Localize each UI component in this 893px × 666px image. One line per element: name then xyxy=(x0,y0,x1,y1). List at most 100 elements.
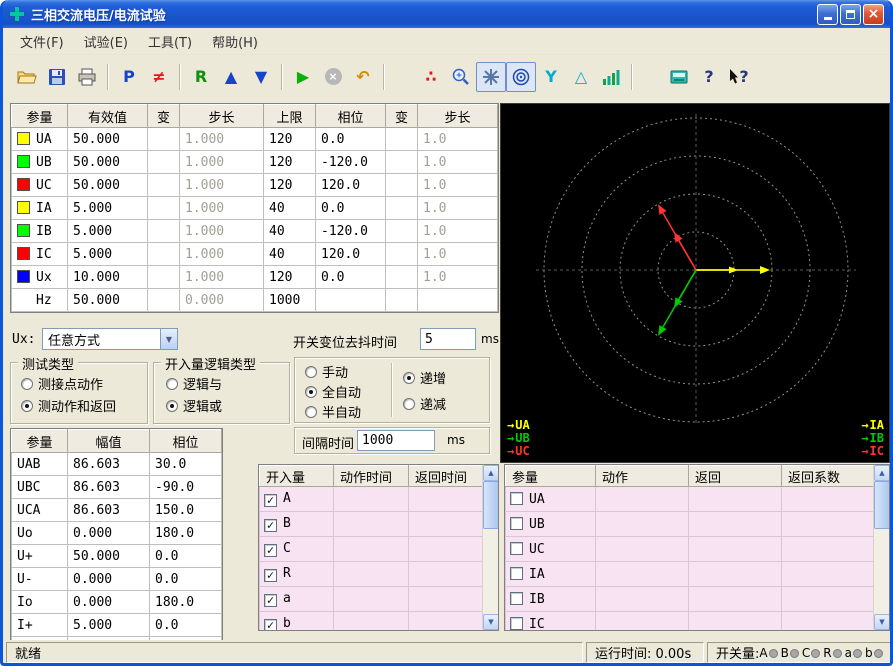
save-button[interactable] xyxy=(42,62,72,92)
start-button[interactable]: ▶ xyxy=(288,62,318,92)
checkbox[interactable]: ✓ xyxy=(264,519,277,532)
limit-cell[interactable]: 40 xyxy=(264,243,316,266)
radio-logic-and[interactable]: 逻辑与 xyxy=(166,374,222,393)
chg-cell[interactable] xyxy=(386,197,418,220)
bars-button[interactable] xyxy=(596,62,626,92)
step-cell[interactable]: 1.000 xyxy=(180,128,264,151)
radio-logic-or[interactable]: 逻辑或 xyxy=(166,396,222,415)
checkbox[interactable] xyxy=(510,517,523,530)
checkbox[interactable]: ✓ xyxy=(264,569,277,582)
phase-cell[interactable]: 120.0 xyxy=(316,243,386,266)
chg-cell[interactable] xyxy=(148,243,180,266)
debounce-input[interactable] xyxy=(420,328,476,350)
radio-full-auto[interactable]: 全自动 xyxy=(305,382,361,401)
phase-step-cell[interactable]: 1.0 xyxy=(418,266,498,289)
context-help-button[interactable]: ? xyxy=(724,62,754,92)
checkbox[interactable]: ✓ xyxy=(264,619,277,631)
radio-manual[interactable]: 手动 xyxy=(305,362,348,381)
chg-cell[interactable] xyxy=(386,266,418,289)
step-down-button[interactable]: ▼ xyxy=(246,62,276,92)
open-button[interactable] xyxy=(12,62,42,92)
checkbox[interactable]: ✓ xyxy=(264,494,277,507)
step-cell[interactable]: 0.000 xyxy=(180,289,264,312)
phase-cell[interactable] xyxy=(316,289,386,312)
scroll-up-button[interactable]: ▲ xyxy=(874,465,890,481)
chg-cell[interactable] xyxy=(148,197,180,220)
step-cell[interactable]: 1.000 xyxy=(180,266,264,289)
chg-cell[interactable] xyxy=(386,243,418,266)
y-connection-button[interactable]: Y xyxy=(536,62,566,92)
p-button[interactable]: P xyxy=(114,62,144,92)
chg-cell[interactable] xyxy=(148,289,180,312)
print-button[interactable] xyxy=(72,62,102,92)
limit-cell[interactable]: 120 xyxy=(264,128,316,151)
delta-connection-button[interactable]: △ xyxy=(566,62,596,92)
phase-step-cell[interactable]: 1.0 xyxy=(418,220,498,243)
step-cell[interactable]: 1.000 xyxy=(180,197,264,220)
scrollbar[interactable]: ▲ ▼ xyxy=(482,465,498,630)
limit-cell[interactable]: 40 xyxy=(264,220,316,243)
chg-cell[interactable] xyxy=(386,151,418,174)
phase-cell[interactable]: -120.0 xyxy=(316,220,386,243)
phase-step-cell[interactable]: 1.0 xyxy=(418,174,498,197)
not-equal-button[interactable]: ≠ xyxy=(144,62,174,92)
meter-button[interactable] xyxy=(664,62,694,92)
phase-cell[interactable]: -120.0 xyxy=(316,151,386,174)
chevron-down-icon[interactable]: ▼ xyxy=(160,329,177,349)
value-cell[interactable]: 10.000 xyxy=(68,266,148,289)
checkbox[interactable]: ✓ xyxy=(264,544,277,557)
chg-cell[interactable] xyxy=(148,266,180,289)
step-cell[interactable]: 1.000 xyxy=(180,174,264,197)
radio-test-action-return[interactable]: 测动作和返回 xyxy=(21,396,116,415)
dots-button[interactable]: ∴ xyxy=(416,62,446,92)
value-cell[interactable]: 5.000 xyxy=(68,220,148,243)
value-cell[interactable]: 50.000 xyxy=(68,289,148,312)
value-cell[interactable]: 50.000 xyxy=(68,151,148,174)
phase-step-cell[interactable]: 1.0 xyxy=(418,128,498,151)
step-cell[interactable]: 1.000 xyxy=(180,243,264,266)
radio-semi-auto[interactable]: 半自动 xyxy=(305,402,361,421)
phase-step-cell[interactable]: 1.0 xyxy=(418,243,498,266)
checkbox[interactable] xyxy=(510,617,523,630)
chg-cell[interactable] xyxy=(386,174,418,197)
undo-button[interactable]: ↶ xyxy=(348,62,378,92)
menu-file[interactable]: 文件(F) xyxy=(10,28,74,55)
value-cell[interactable]: 50.000 xyxy=(68,128,148,151)
scroll-down-button[interactable]: ▼ xyxy=(483,614,499,630)
phase-cell[interactable]: 120.0 xyxy=(316,174,386,197)
checkbox[interactable] xyxy=(510,542,523,555)
checkbox[interactable] xyxy=(510,567,523,580)
value-cell[interactable]: 5.000 xyxy=(68,243,148,266)
step-cell[interactable]: 1.000 xyxy=(180,220,264,243)
interval-input[interactable] xyxy=(357,430,435,451)
radio-decrease[interactable]: 递减 xyxy=(403,394,446,413)
chg-cell[interactable] xyxy=(148,128,180,151)
phase-cell[interactable]: 0.0 xyxy=(316,197,386,220)
step-cell[interactable]: 1.000 xyxy=(180,151,264,174)
minimize-button[interactable] xyxy=(817,4,838,25)
scroll-thumb[interactable] xyxy=(874,481,890,529)
scrollbar[interactable]: ▲ ▼ xyxy=(873,465,889,630)
limit-cell[interactable]: 120 xyxy=(264,151,316,174)
menu-help[interactable]: 帮助(H) xyxy=(202,28,268,55)
rings-button[interactable] xyxy=(506,62,536,92)
scroll-down-button[interactable]: ▼ xyxy=(874,614,890,630)
maximize-button[interactable] xyxy=(840,4,861,25)
phase-step-cell[interactable]: 1.0 xyxy=(418,197,498,220)
scroll-up-button[interactable]: ▲ xyxy=(483,465,499,481)
phase-cell[interactable]: 0.0 xyxy=(316,266,386,289)
phase-step-cell[interactable] xyxy=(418,289,498,312)
limit-cell[interactable]: 120 xyxy=(264,266,316,289)
menu-tools[interactable]: 工具(T) xyxy=(138,28,202,55)
radio-test-contact[interactable]: 测接点动作 xyxy=(21,374,103,393)
zoom-button[interactable] xyxy=(446,62,476,92)
chg-cell[interactable] xyxy=(386,289,418,312)
menu-test[interactable]: 试验(E) xyxy=(74,28,138,55)
scroll-thumb[interactable] xyxy=(483,481,499,529)
limit-cell[interactable]: 120 xyxy=(264,174,316,197)
phase-cell[interactable]: 0.0 xyxy=(316,128,386,151)
chg-cell[interactable] xyxy=(386,220,418,243)
limit-cell[interactable]: 1000 xyxy=(264,289,316,312)
chg-cell[interactable] xyxy=(386,128,418,151)
help-button[interactable]: ? xyxy=(694,62,724,92)
